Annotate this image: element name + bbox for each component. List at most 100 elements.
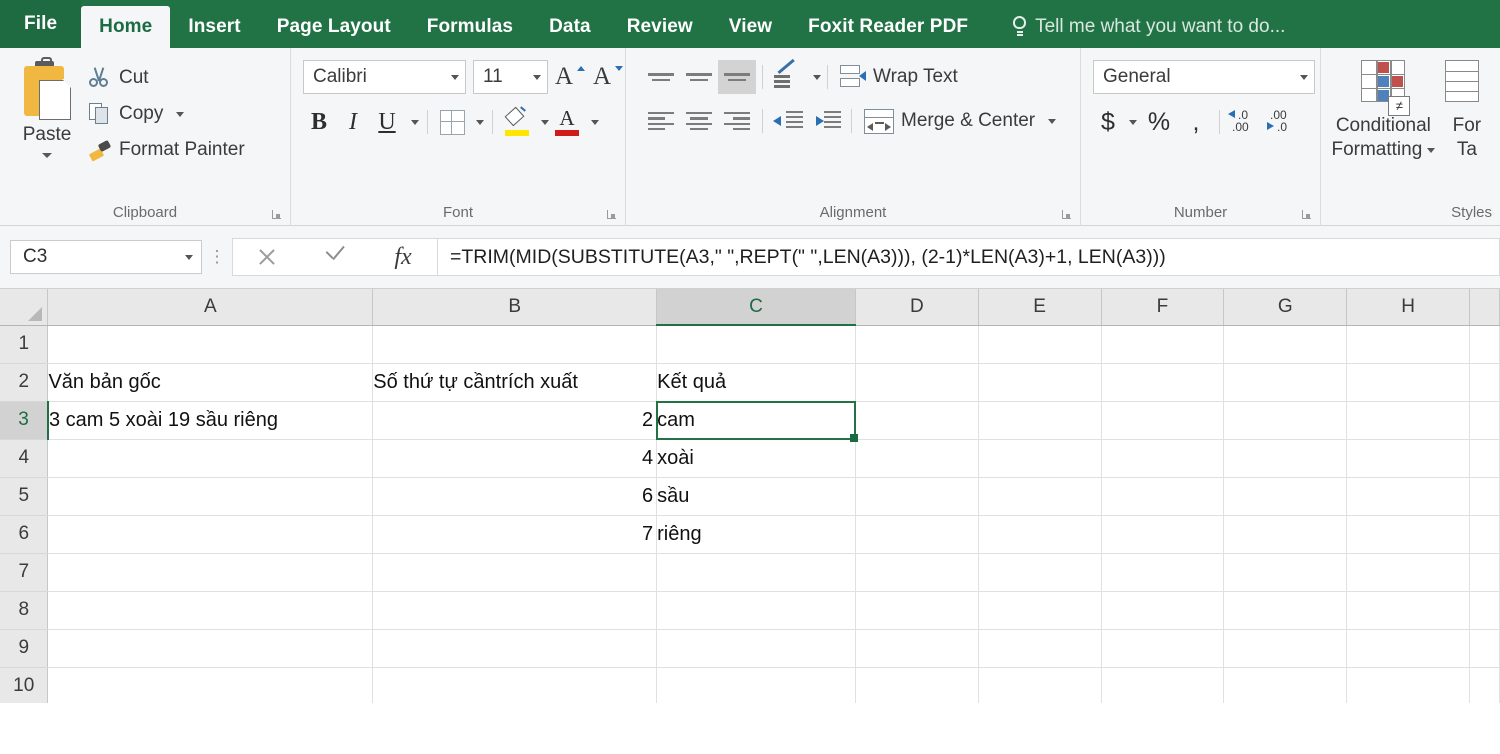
cell-f5[interactable] [1101, 477, 1225, 516]
tell-me-search[interactable]: Tell me what you want to do... [1012, 6, 1285, 48]
cell-g10[interactable] [1223, 667, 1348, 703]
row-header-7[interactable]: 7 [0, 553, 49, 592]
column-header-b[interactable]: B [372, 289, 658, 326]
tab-file[interactable]: File [0, 0, 82, 48]
cell-c1[interactable] [656, 325, 856, 364]
cell-c5[interactable]: sầu [656, 477, 856, 516]
cell-b1[interactable] [372, 325, 658, 364]
increase-font-size-button[interactable]: A [555, 61, 586, 93]
format-as-table-button[interactable]: For Ta [1438, 56, 1496, 162]
cancel-formula-button[interactable] [233, 239, 301, 275]
cell-b9[interactable] [372, 629, 658, 668]
insert-function-button[interactable]: fx [369, 239, 437, 275]
percent-style-button[interactable]: % [1139, 106, 1179, 138]
cell-d7[interactable] [855, 553, 979, 592]
chevron-down-icon[interactable] [1427, 147, 1436, 153]
cell-h10[interactable] [1346, 667, 1470, 703]
row-header-1[interactable]: 1 [0, 325, 49, 364]
cell-c8[interactable] [656, 591, 856, 630]
cell-b8[interactable] [372, 591, 658, 630]
cut-button[interactable]: Cut [88, 64, 245, 92]
cell-g7[interactable] [1223, 553, 1348, 592]
column-header-i[interactable] [1469, 289, 1500, 326]
cell-f3[interactable] [1101, 401, 1225, 440]
cell-g2[interactable] [1223, 363, 1348, 402]
cell-i8[interactable] [1469, 591, 1500, 630]
row-header-3[interactable]: 3 [0, 401, 49, 440]
paste-button[interactable]: Paste [6, 56, 88, 164]
align-bottom-button[interactable] [718, 60, 756, 94]
row-header-2[interactable]: 2 [0, 363, 49, 402]
column-header-c[interactable]: C [656, 289, 856, 326]
cell-a5[interactable] [47, 477, 374, 516]
cell-g5[interactable] [1223, 477, 1348, 516]
format-painter-button[interactable]: Format Painter [88, 136, 245, 164]
chevron-down-icon[interactable] [176, 111, 185, 117]
cell-i10[interactable] [1469, 667, 1500, 703]
cell-f10[interactable] [1101, 667, 1225, 703]
cell-a1[interactable] [47, 325, 374, 364]
cell-e7[interactable] [978, 553, 1102, 592]
decrease-indent-button[interactable] [769, 104, 807, 138]
select-all-corner[interactable] [0, 289, 49, 326]
cell-e10[interactable] [978, 667, 1102, 703]
cell-e6[interactable] [978, 515, 1102, 554]
cell-f9[interactable] [1101, 629, 1225, 668]
column-header-d[interactable]: D [855, 289, 979, 326]
cell-f1[interactable] [1101, 325, 1225, 364]
tab-data[interactable]: Data [531, 6, 609, 48]
cell-d5[interactable] [855, 477, 979, 516]
conditional-formatting-button[interactable]: ≠ Conditional Formatting [1329, 56, 1438, 162]
cell-c7[interactable] [656, 553, 856, 592]
cell-b4[interactable]: 4 [372, 439, 658, 478]
cell-c10[interactable] [656, 667, 856, 703]
clipboard-dialog-launcher[interactable] [272, 209, 283, 220]
number-format-combobox[interactable]: General [1093, 60, 1315, 94]
merge-and-center-button[interactable]: Merge & Center [864, 107, 1057, 135]
cell-h8[interactable] [1346, 591, 1470, 630]
fill-color-button[interactable] [501, 106, 533, 138]
confirm-formula-button[interactable] [301, 239, 369, 275]
cell-i3[interactable] [1469, 401, 1500, 440]
cell-d2[interactable] [855, 363, 979, 402]
cell-f7[interactable] [1101, 553, 1225, 592]
tab-formulas[interactable]: Formulas [409, 6, 531, 48]
column-header-h[interactable]: H [1346, 289, 1470, 326]
cell-b10[interactable] [372, 667, 658, 703]
cell-c9[interactable] [656, 629, 856, 668]
cell-g6[interactable] [1223, 515, 1348, 554]
cell-b3[interactable]: 2 [372, 401, 658, 440]
cell-b6[interactable]: 7 [372, 515, 658, 554]
tab-page-layout[interactable]: Page Layout [259, 6, 409, 48]
tab-insert[interactable]: Insert [170, 6, 258, 48]
chevron-down-icon[interactable] [591, 119, 599, 125]
cell-a6[interactable] [47, 515, 374, 554]
cell-h2[interactable] [1346, 363, 1470, 402]
column-header-e[interactable]: E [978, 289, 1102, 326]
cell-h5[interactable] [1346, 477, 1470, 516]
number-dialog-launcher[interactable] [1302, 209, 1313, 220]
orientation-button[interactable] [769, 58, 807, 94]
currency-button[interactable]: $ [1095, 106, 1121, 138]
tab-home[interactable]: Home [81, 6, 171, 48]
formula-input[interactable]: =TRIM(MID(SUBSTITUTE(A3," ",REPT(" ",LEN… [437, 238, 1500, 276]
column-header-g[interactable]: G [1223, 289, 1348, 326]
chevron-down-icon[interactable] [42, 153, 52, 158]
cell-a4[interactable] [47, 439, 374, 478]
chevron-down-icon[interactable] [476, 119, 484, 125]
cell-a7[interactable] [47, 553, 374, 592]
decrease-decimal-button[interactable]: .00.0 [1266, 107, 1302, 137]
decrease-font-size-button[interactable]: A [593, 61, 624, 93]
cell-h4[interactable] [1346, 439, 1470, 478]
cell-g3[interactable] [1223, 401, 1348, 440]
cell-d10[interactable] [855, 667, 979, 703]
row-header-6[interactable]: 6 [0, 515, 49, 554]
cell-g8[interactable] [1223, 591, 1348, 630]
cell-d9[interactable] [855, 629, 979, 668]
bold-button[interactable]: B [303, 106, 335, 138]
row-header-4[interactable]: 4 [0, 439, 49, 478]
cell-i7[interactable] [1469, 553, 1500, 592]
align-top-button[interactable] [642, 60, 680, 94]
cell-f2[interactable] [1101, 363, 1225, 402]
align-left-button[interactable] [642, 104, 680, 138]
